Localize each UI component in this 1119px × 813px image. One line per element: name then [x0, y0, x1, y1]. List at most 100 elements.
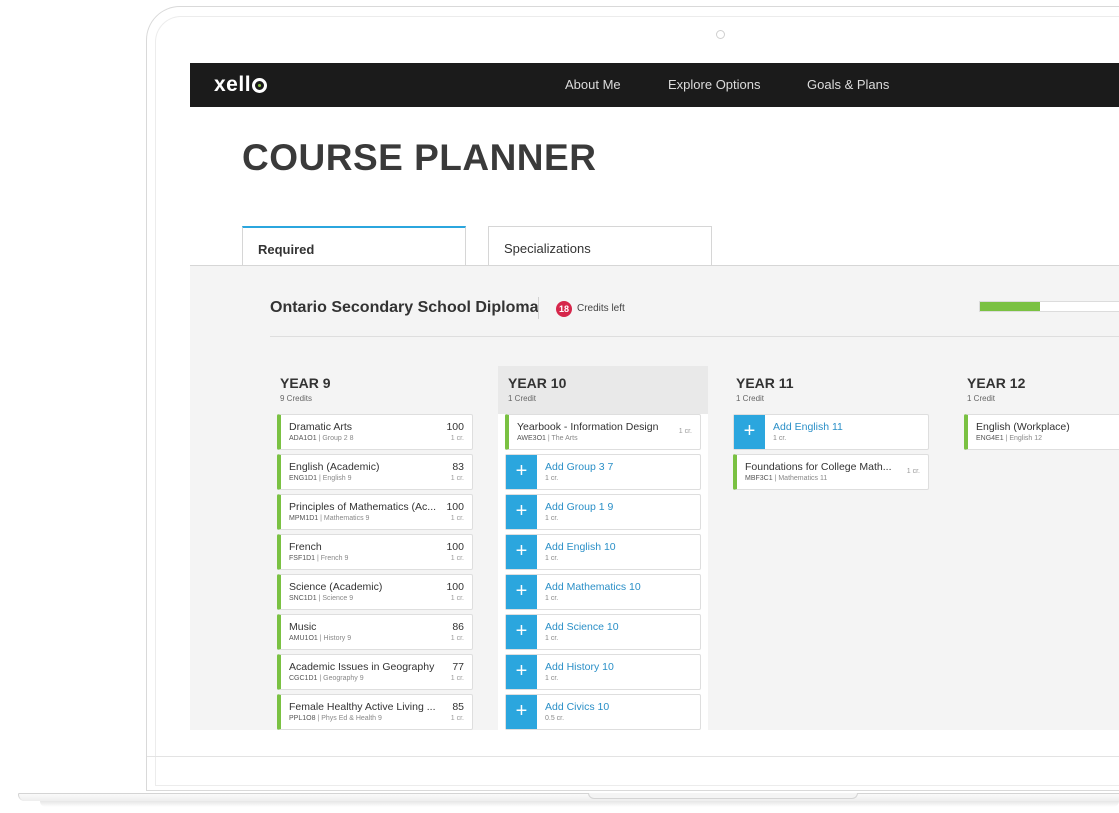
course-card[interactable]: Dramatic Arts ADA1O1 | Group 2 8 100 1 cr.: [277, 414, 473, 450]
course-credit: 1 cr.: [450, 595, 464, 602]
add-icon[interactable]: +: [506, 535, 537, 569]
laptop-chin: [147, 756, 1119, 757]
credits-left-badge: 18: [556, 301, 572, 317]
add-icon[interactable]: +: [734, 415, 765, 449]
course-list: + Add English 11 1 cr. Foundations for Coll…: [726, 414, 936, 490]
course-card[interactable]: French FSF1D1 | French 9 100 1 cr.: [277, 534, 473, 570]
course-score: 85: [452, 701, 464, 713]
add-course-card[interactable]: + Add Civics 10 0.5 cr.: [505, 694, 701, 730]
add-icon[interactable]: +: [506, 695, 537, 729]
laptop-base: [18, 793, 1119, 801]
course-card[interactable]: English (Workplace) ENG4E1 | English 12: [964, 414, 1119, 450]
section-divider: [270, 336, 1119, 337]
course-meta: SNC1D1 | Science 9: [289, 595, 353, 602]
top-navbar: xell About Me Explore Options Goals & Pl…: [190, 63, 1119, 107]
course-credit: 1 cr.: [545, 635, 559, 642]
course-credit: 1 cr.: [678, 428, 692, 435]
course-group: Group 2 8: [322, 435, 354, 442]
tab-required[interactable]: Required: [242, 226, 466, 265]
course-card[interactable]: Academic Issues in Geography CGC1D1 | Geo…: [277, 654, 473, 690]
course-score: 100: [446, 541, 464, 553]
laptop-base-shadow: [40, 801, 1119, 807]
tab-specializations[interactable]: Specializations: [488, 226, 712, 265]
year-credits: 1 Credit: [967, 394, 996, 403]
course-meta: ENG4E1 | English 12: [976, 435, 1042, 442]
xello-logo[interactable]: xell: [214, 73, 268, 97]
course-card[interactable]: Science (Academic) SNC1D1 | Science 9 100 1…: [277, 574, 473, 610]
add-course-card[interactable]: + Add History 10 1 cr.: [505, 654, 701, 690]
course-title: Foundations for College Math...: [745, 461, 892, 473]
nav-about-me[interactable]: About Me: [565, 77, 621, 92]
course-credit: 1 cr.: [773, 435, 787, 442]
course-credit: 1 cr.: [450, 555, 464, 562]
course-credit: 1 cr.: [450, 515, 464, 522]
camera-icon: [716, 30, 725, 39]
nav-goals-plans[interactable]: Goals & Plans: [807, 77, 889, 92]
course-code: ENG1D1: [289, 475, 318, 482]
year-title: YEAR 9: [280, 375, 331, 391]
course-list: Dramatic Arts ADA1O1 | Group 2 8 100 1 cr. E…: [270, 414, 480, 730]
course-credit: 1 cr.: [450, 475, 464, 482]
course-code: MBF3C1: [745, 475, 773, 482]
course-code: AWE3O1: [517, 435, 546, 442]
course-title: Dramatic Arts: [289, 421, 353, 433]
course-card[interactable]: Yearbook - Information Design AWE3O1 | Th…: [505, 414, 701, 450]
diploma-separator: [538, 297, 539, 319]
year-10-column: YEAR 10 1 Credit Yearbook - Information …: [498, 366, 708, 730]
page-title: COURSE PLANNER: [242, 137, 597, 178]
course-card[interactable]: Foundations for College Math... MBF3C1 | …: [733, 454, 929, 490]
year-title: YEAR 12: [967, 375, 1026, 391]
course-title: Music: [289, 621, 317, 633]
course-score: 100: [446, 581, 464, 593]
year-header: YEAR 10 1 Credit: [498, 366, 708, 414]
course-meta: FSF1D1 | French 9: [289, 555, 348, 562]
year-title: YEAR 11: [736, 375, 794, 391]
year-credits: 1 Credit: [508, 394, 537, 403]
course-group: Mathematics 9: [323, 515, 370, 522]
add-course-label: Add Science 10: [545, 621, 619, 633]
course-code: CGC1D1: [289, 675, 318, 682]
year-credits: 9 Credits: [280, 394, 313, 403]
course-list: Yearbook - Information Design AWE3O1 | Th…: [498, 414, 708, 730]
year-9-column: YEAR 9 9 Credits Dramatic Arts ADA1O1 | G…: [270, 366, 480, 730]
add-course-label: Add English 10: [545, 541, 616, 553]
add-course-card[interactable]: + Add Group 3 7 1 cr.: [505, 454, 701, 490]
course-card[interactable]: Female Healthy Active Living ... PPL1O8 |…: [277, 694, 473, 730]
year-title: YEAR 10: [508, 375, 567, 391]
course-score: 100: [446, 421, 464, 433]
course-score: 83: [452, 461, 464, 473]
course-code: FSF1D1: [289, 555, 316, 562]
course-card[interactable]: Principles of Mathematics (Ac... MPM1D1 |…: [277, 494, 473, 530]
course-credit: 1 cr.: [450, 635, 464, 642]
nav-explore-options[interactable]: Explore Options: [668, 77, 761, 92]
course-meta: MBF3C1 | Mathematics 11: [745, 475, 827, 482]
course-card[interactable]: Music AMU1O1 | History 9 86 1 cr.: [277, 614, 473, 650]
course-group: Mathematics 11: [778, 475, 828, 482]
add-icon[interactable]: +: [506, 455, 537, 489]
course-group: English 9: [322, 475, 352, 482]
credits-left-label: Credits left: [577, 303, 625, 314]
add-icon[interactable]: +: [506, 615, 537, 649]
add-course-label: Add Group 3 7: [545, 461, 614, 473]
course-group: The Arts: [551, 435, 578, 442]
diploma-progress-bar: [979, 301, 1119, 312]
course-meta: AWE3O1 | The Arts: [517, 435, 578, 442]
course-credit: 0.5 cr.: [545, 715, 565, 722]
add-course-card[interactable]: + Add Group 1 9 1 cr.: [505, 494, 701, 530]
course-credit: 1 cr.: [906, 468, 920, 475]
add-icon[interactable]: +: [506, 495, 537, 529]
add-course-card[interactable]: + Add English 11 1 cr.: [733, 414, 929, 450]
tab-specializations-label: Specializations: [504, 241, 591, 256]
course-group: English 12: [1009, 435, 1043, 442]
course-title: Academic Issues in Geography: [289, 661, 435, 673]
course-title: English (Academic): [289, 461, 380, 473]
course-credit: 1 cr.: [545, 515, 559, 522]
add-course-card[interactable]: + Add English 10 1 cr.: [505, 534, 701, 570]
add-icon[interactable]: +: [506, 575, 537, 609]
add-course-card[interactable]: + Add Science 10 1 cr.: [505, 614, 701, 650]
add-course-label: Add Mathematics 10: [545, 581, 641, 593]
course-card[interactable]: English (Academic) ENG1D1 | English 9 83 1 …: [277, 454, 473, 490]
diploma-title: Ontario Secondary School Diploma: [270, 299, 539, 316]
add-icon[interactable]: +: [506, 655, 537, 689]
add-course-card[interactable]: + Add Mathematics 10 1 cr.: [505, 574, 701, 610]
